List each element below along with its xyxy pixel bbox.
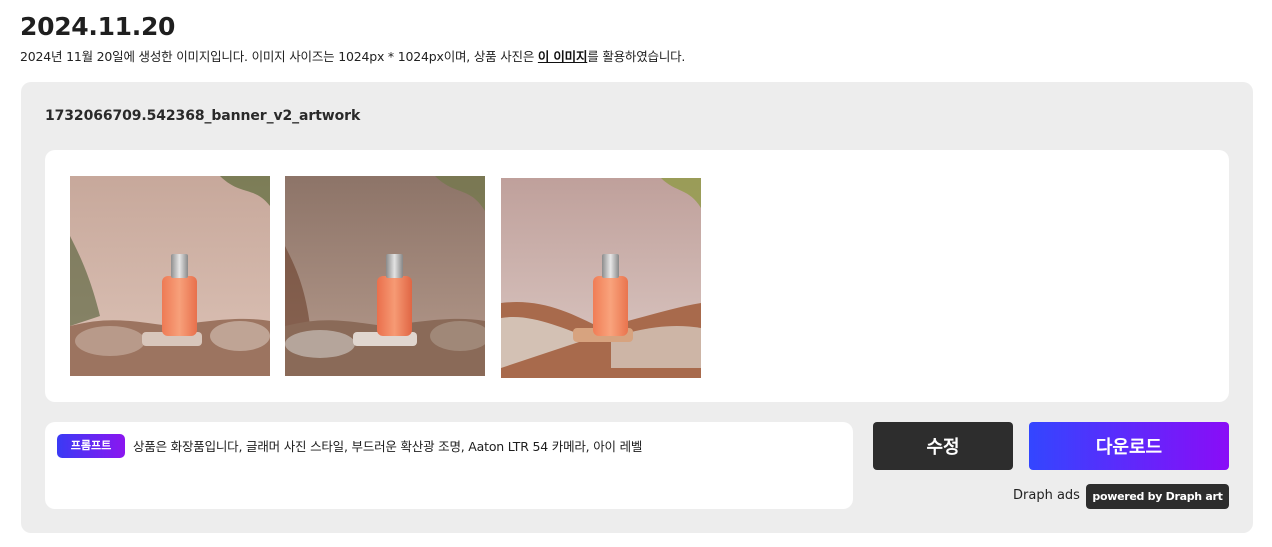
prompt-badge: 프롬프트 (57, 434, 125, 458)
description-text: 2024년 11월 20일에 생성한 이미지입니다. 이미지 사이즈는 1024… (20, 49, 538, 64)
powered-by-badge: powered by Draph art (1086, 484, 1229, 509)
prompt-text: 상품은 화장품입니다, 글래머 사진 스타일, 부드러운 확산광 조명, Aat… (133, 439, 643, 454)
generated-image-3[interactable] (501, 178, 701, 378)
edit-button[interactable]: 수정 (873, 422, 1013, 470)
generated-image-1[interactable] (70, 176, 270, 376)
draph-ads-label: Draph ads (1013, 488, 1080, 503)
product-photo-2 (285, 176, 485, 376)
image-gallery (45, 150, 1229, 402)
artwork-card: 1732066709.542368_banner_v2_artwork 프롬프트… (21, 82, 1253, 533)
download-button[interactable]: 다운로드 (1029, 422, 1229, 470)
product-photo-3 (501, 178, 701, 378)
page-date-title: 2024.11.20 (20, 12, 176, 41)
artwork-title: 1732066709.542368_banner_v2_artwork (45, 108, 361, 124)
product-photo-1 (70, 176, 270, 376)
description-text-end: 를 활용하였습니다. (587, 49, 686, 64)
generated-image-2[interactable] (285, 176, 485, 376)
page-description: 2024년 11월 20일에 생성한 이미지입니다. 이미지 사이즈는 1024… (20, 46, 685, 65)
product-image-link[interactable]: 이 이미지 (538, 49, 588, 64)
prompt-box: 프롬프트 상품은 화장품입니다, 글래머 사진 스타일, 부드러운 확산광 조명… (45, 422, 853, 509)
